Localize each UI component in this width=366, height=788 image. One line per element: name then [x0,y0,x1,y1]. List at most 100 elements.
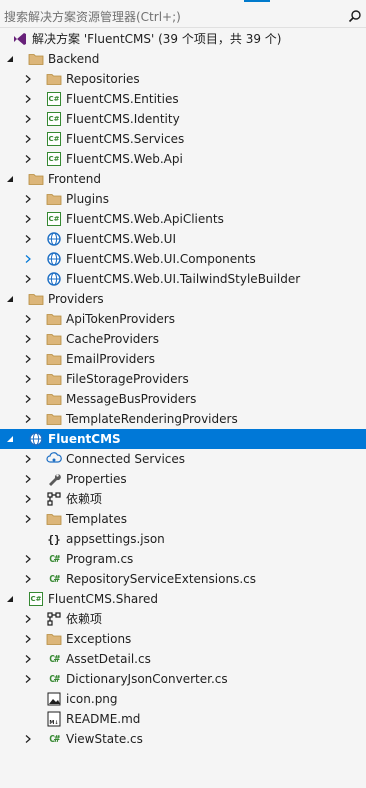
expanded-chevron-icon[interactable] [2,289,18,309]
tree-item[interactable]: Connected Services [0,449,366,469]
tree-item[interactable]: Providers [0,289,366,309]
collapsed-chevron-icon[interactable] [20,149,36,169]
tree-item[interactable]: 依赖项 [0,609,366,629]
tree-item[interactable]: C# RepositoryServiceExtensions.cs [0,569,366,589]
tree-item[interactable]: C# FluentCMS.Entities [0,89,366,109]
collapsed-chevron-icon[interactable] [20,269,36,289]
collapsed-chevron-icon[interactable] [20,569,36,589]
tree-item-label: 解决方案 'FluentCMS' (39 个项目，共 39 个) [32,32,282,46]
tree-item-label: FluentCMS.Web.UI.TailwindStyleBuilder [66,272,301,286]
tree-item[interactable]: MessageBusProviders [0,389,366,409]
csharp-file-icon: C# [48,673,60,685]
tree-item-label: AssetDetail.cs [66,652,151,666]
collapsed-chevron-icon[interactable] [20,229,36,249]
tree-item[interactable]: icon.png [0,689,366,709]
tree-item[interactable]: Frontend [0,169,366,189]
collapsed-chevron-icon[interactable] [20,409,36,429]
tree-item[interactable]: M↓ README.md [0,709,366,729]
collapsed-chevron-icon[interactable] [20,509,36,529]
folder-icon [46,391,62,407]
csharp-file-icon: C# [48,733,60,745]
folder-icon [46,331,62,347]
tree-item[interactable]: C# DictionaryJsonConverter.cs [0,669,366,689]
tree-item-label: Providers [48,292,104,306]
tree-item[interactable]: C# AssetDetail.cs [0,649,366,669]
tree-item[interactable]: FluentCMS.Web.UI.Components [0,249,366,269]
web-project-icon [46,231,62,247]
tree-item[interactable]: {} appsettings.json [0,529,366,549]
wrench-icon [46,471,62,487]
collapsed-chevron-icon[interactable] [20,189,36,209]
tree-item-label: Plugins [66,192,109,206]
tree-item[interactable]: CacheProviders [0,329,366,349]
solution-tree[interactable]: 解决方案 'FluentCMS' (39 个项目，共 39 个) Backend R… [0,29,366,749]
expanded-chevron-icon[interactable] [2,169,18,189]
tree-item[interactable]: FileStorageProviders [0,369,366,389]
tree-item[interactable]: Properties [0,469,366,489]
tree-item-label: Backend [48,52,100,66]
tree-item-label: FluentCMS.Web.UI.Components [66,252,256,266]
tree-item[interactable]: ApiTokenProviders [0,309,366,329]
collapsed-chevron-icon[interactable] [20,329,36,349]
csharp-project-icon: C# [46,131,62,147]
tree-item[interactable]: Repositories [0,69,366,89]
search-input[interactable]: 搜索解决方案资源管理器(Ctrl+;) [0,8,344,25]
expanded-chevron-icon[interactable] [2,49,18,69]
tree-item[interactable]: EmailProviders [0,349,366,369]
tree-item[interactable]: FluentCMS.Web.UI.TailwindStyleBuilder [0,269,366,289]
tree-item[interactable]: C# FluentCMS.Shared [0,589,366,609]
tree-item[interactable]: C# FluentCMS.Identity [0,109,366,129]
collapsed-chevron-icon[interactable] [20,549,36,569]
tree-item-label: Connected Services [66,452,186,466]
csharp-project-icon: C# [46,111,62,127]
collapsed-chevron-icon[interactable] [20,369,36,389]
expanded-chevron-icon[interactable] [2,589,18,609]
tree-item[interactable]: Backend [0,49,366,69]
tree-item[interactable]: Exceptions [0,629,366,649]
tree-item-label: appsettings.json [66,532,165,546]
tree-item-label: Templates [66,512,128,526]
tree-item-label: FluentCMS.Identity [66,112,180,126]
collapsed-chevron-icon[interactable] [20,349,36,369]
tree-item-label: ApiTokenProviders [66,312,175,326]
tree-item[interactable]: C# ViewState.cs [0,729,366,749]
tree-item-label: RepositoryServiceExtensions.cs [66,572,256,586]
tree-item[interactable]: Templates [0,509,366,529]
tree-item[interactable]: Plugins [0,189,366,209]
tree-item[interactable]: 依赖项 [0,489,366,509]
tree-item[interactable]: 解决方案 'FluentCMS' (39 个项目，共 39 个) [0,29,366,49]
search-bar[interactable]: 搜索解决方案资源管理器(Ctrl+;) [0,5,366,28]
collapsed-chevron-icon[interactable] [20,729,36,749]
tree-item[interactable]: C# Program.cs [0,549,366,569]
tree-item[interactable]: C# FluentCMS.Web.Api [0,149,366,169]
collapsed-chevron-icon[interactable] [20,309,36,329]
collapsed-chevron-icon[interactable] [20,649,36,669]
tree-item[interactable]: TemplateRenderingProviders [0,409,366,429]
search-icon[interactable] [344,5,366,27]
collapsed-chevron-icon[interactable] [20,609,36,629]
tree-item[interactable]: FluentCMS [0,429,366,449]
tree-item-label: TemplateRenderingProviders [66,412,238,426]
tree-item-label: FluentCMS.Entities [66,92,179,106]
folder-icon [28,51,44,67]
collapsed-chevron-icon[interactable] [20,389,36,409]
csharp-file-icon: C# [48,573,60,585]
collapsed-chevron-icon[interactable] [20,449,36,469]
tree-item[interactable]: C# FluentCMS.Web.ApiClients [0,209,366,229]
folder-icon [28,171,44,187]
collapsed-chevron-icon[interactable] [20,89,36,109]
collapsed-chevron-icon[interactable] [20,209,36,229]
tree-item-label: MessageBusProviders [66,392,197,406]
collapsed-chevron-icon[interactable] [20,669,36,689]
dependencies-icon [46,491,62,507]
tree-item[interactable]: FluentCMS.Web.UI [0,229,366,249]
collapsed-chevron-icon[interactable] [20,109,36,129]
collapsed-chevron-icon[interactable] [20,469,36,489]
collapsed-chevron-icon[interactable] [20,249,36,269]
collapsed-chevron-icon[interactable] [20,489,36,509]
tree-item[interactable]: C# FluentCMS.Services [0,129,366,149]
collapsed-chevron-icon[interactable] [20,629,36,649]
collapsed-chevron-icon[interactable] [20,69,36,89]
expanded-chevron-icon[interactable] [2,429,18,449]
collapsed-chevron-icon[interactable] [20,129,36,149]
